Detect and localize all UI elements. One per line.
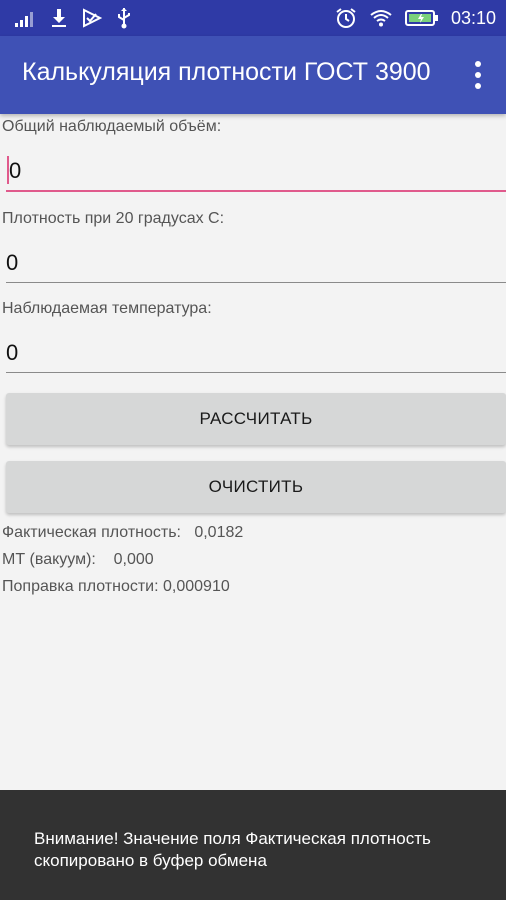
toolbar-title: Калькуляция плотности ГОСТ 3900 <box>22 58 431 86</box>
signal-icon <box>15 12 33 27</box>
status-bar-system: 03:10 <box>335 6 496 30</box>
status-bar: 03:10 <box>0 0 506 36</box>
calculate-button[interactable]: РАССЧИТАТЬ <box>6 393 506 445</box>
alarm-icon <box>336 8 356 28</box>
status-bar-time: 03:10 <box>450 7 496 28</box>
snackbar: Внимание! Значение поля Фактическая плот… <box>0 790 506 900</box>
actual-density-result: Фактическая плотность: 0,0182 <box>2 524 244 541</box>
volume-input-underline <box>6 190 506 192</box>
temperature-input-underline <box>6 372 506 373</box>
wifi-icon <box>370 10 392 27</box>
density20-label: Плотность при 20 градусах С: <box>2 210 225 227</box>
volume-label: Общий наблюдаемый объём: <box>2 118 222 135</box>
clear-button[interactable]: ОЧИСТИТЬ <box>6 461 506 513</box>
snackbar-message: Внимание! Значение поля Фактическая плот… <box>34 829 431 870</box>
download-icon <box>52 9 66 27</box>
battery-charging-icon <box>404 10 438 26</box>
temperature-label: Наблюдаемая температура: <box>2 300 212 317</box>
density-correction-result: Поправка плотности: 0,000910 <box>2 578 230 595</box>
app-screen: 03:10 Калькуляция плотности ГОСТ 3900 Об… <box>0 0 506 900</box>
temperature-input[interactable] <box>6 336 506 370</box>
overflow-menu-icon[interactable] <box>472 60 484 90</box>
mt-vacuum-result: МТ (вакуум): 0,000 <box>2 551 154 568</box>
app-toolbar: Калькуляция плотности ГОСТ 3900 <box>0 36 506 114</box>
usb-icon <box>118 8 130 29</box>
density20-input-underline <box>6 282 506 283</box>
checklist-icon <box>83 8 102 28</box>
volume-input[interactable] <box>9 154 506 188</box>
status-bar-notifications <box>14 6 132 30</box>
density20-input[interactable] <box>6 246 506 280</box>
